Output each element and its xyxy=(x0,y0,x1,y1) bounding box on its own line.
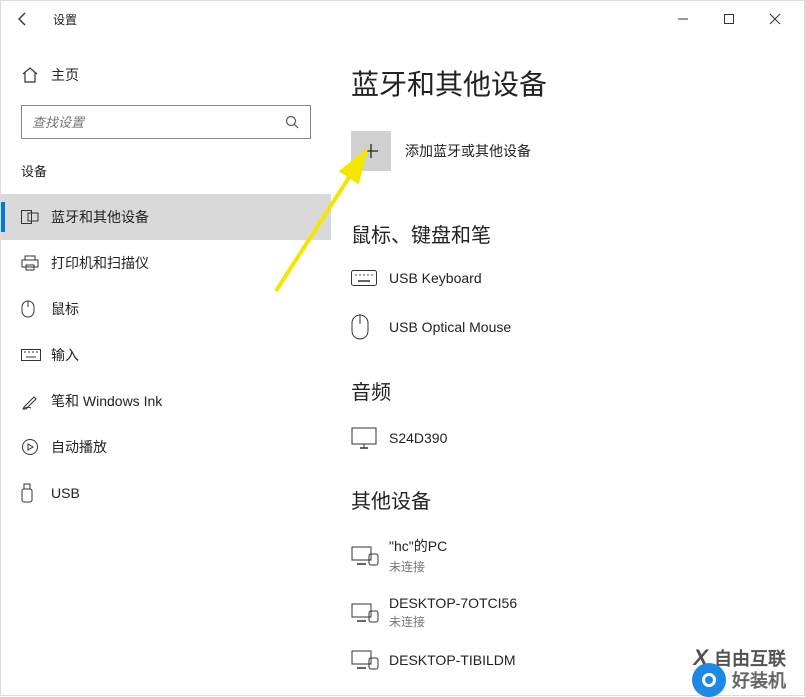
device-name: USB Optical Mouse xyxy=(389,319,511,335)
maximize-button[interactable] xyxy=(706,3,752,35)
add-device-button[interactable]: 添加蓝牙或其他设备 xyxy=(351,131,784,171)
usb-icon xyxy=(21,483,51,503)
sidebar-item-mouse[interactable]: 鼠标 xyxy=(1,286,331,332)
close-button[interactable] xyxy=(752,3,798,35)
sidebar-item-label: 输入 xyxy=(51,345,79,365)
plus-icon xyxy=(351,131,391,171)
search-input[interactable] xyxy=(32,115,284,130)
device-row[interactable]: "hc"的PC 未连接 xyxy=(351,530,784,589)
watermark-text-secondary: 好装机 xyxy=(732,667,786,693)
device-name: USB Keyboard xyxy=(389,270,482,286)
sidebar-item-bluetooth[interactable]: 蓝牙和其他设备 xyxy=(1,194,331,240)
pc-icon xyxy=(351,546,389,566)
devices-icon xyxy=(21,210,51,224)
device-name: S24D390 xyxy=(389,430,447,446)
main-panel: 蓝牙和其他设备 添加蓝牙或其他设备 鼠标、键盘和笔 USB Keyboard U… xyxy=(331,37,804,695)
mouse-icon xyxy=(351,314,389,340)
home-icon xyxy=(21,66,51,84)
sidebar-item-typing[interactable]: 输入 xyxy=(1,332,331,378)
device-status: 未连接 xyxy=(389,613,517,630)
section-header: 设备 xyxy=(1,157,331,194)
sidebar-item-pen[interactable]: 笔和 Windows Ink xyxy=(1,378,331,424)
sidebar-item-autoplay[interactable]: 自动播放 xyxy=(1,424,331,470)
search-input-wrapper[interactable] xyxy=(21,105,311,139)
pc-icon xyxy=(351,650,389,670)
device-name: "hc"的PC xyxy=(389,536,447,556)
device-row[interactable]: USB Optical Mouse xyxy=(351,308,784,362)
back-button[interactable] xyxy=(7,3,39,35)
pc-icon xyxy=(351,603,389,623)
sidebar-item-label: USB xyxy=(51,485,80,501)
device-row[interactable]: S24D390 xyxy=(351,421,784,471)
printer-icon xyxy=(21,255,51,271)
minimize-button[interactable] xyxy=(660,3,706,35)
window-title: 设置 xyxy=(53,11,77,28)
pen-icon xyxy=(21,392,51,410)
watermark-badge-icon xyxy=(692,663,726,697)
device-row[interactable]: DESKTOP-7OTCI56 未连接 xyxy=(351,589,784,644)
home-link[interactable]: 主页 xyxy=(1,55,331,99)
device-name: DESKTOP-7OTCI56 xyxy=(389,595,517,611)
sidebar-item-printers[interactable]: 打印机和扫描仪 xyxy=(1,240,331,286)
monitor-icon xyxy=(351,427,389,449)
device-status: 未连接 xyxy=(389,558,447,575)
sidebar-item-label: 蓝牙和其他设备 xyxy=(51,207,149,227)
add-device-label: 添加蓝牙或其他设备 xyxy=(405,141,531,161)
sidebar-item-label: 打印机和扫描仪 xyxy=(51,253,149,273)
keyboard-icon xyxy=(351,270,389,286)
mouse-icon xyxy=(21,300,51,318)
group-title: 其他设备 xyxy=(351,485,784,514)
home-label: 主页 xyxy=(51,65,79,85)
watermark-secondary: 好装机 xyxy=(692,663,786,697)
search-icon xyxy=(284,114,300,130)
group-title: 音频 xyxy=(351,376,784,405)
sidebar-item-label: 笔和 Windows Ink xyxy=(51,391,162,411)
page-title: 蓝牙和其他设备 xyxy=(351,63,784,103)
sidebar-item-label: 鼠标 xyxy=(51,299,79,319)
sidebar-item-usb[interactable]: USB xyxy=(1,470,331,516)
keyboard-icon xyxy=(21,349,51,361)
device-row[interactable]: USB Keyboard xyxy=(351,264,784,308)
autoplay-icon xyxy=(21,438,51,456)
group-title: 鼠标、键盘和笔 xyxy=(351,219,784,248)
sidebar-item-label: 自动播放 xyxy=(51,437,107,457)
sidebar: 主页 设备 蓝牙和其他设备 打印机和扫描仪 鼠标 输入 笔和 Windows I xyxy=(1,37,331,695)
device-name: DESKTOP-TIBILDM xyxy=(389,652,516,668)
